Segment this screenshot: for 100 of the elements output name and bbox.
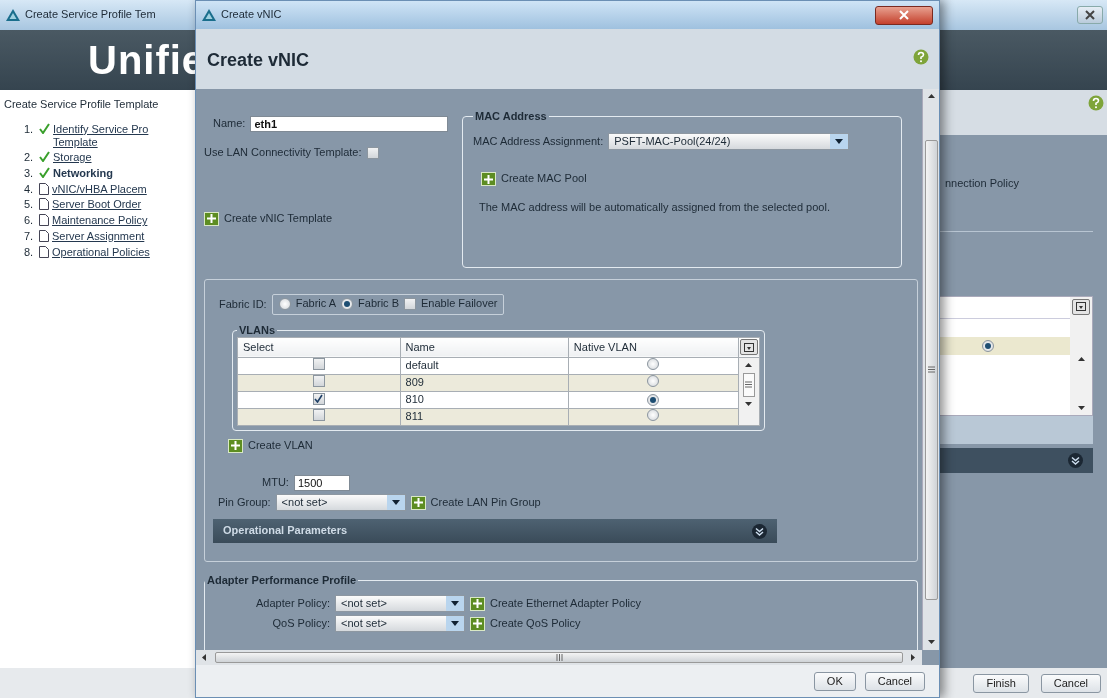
step-link[interactable]: Server Boot Order [52, 198, 142, 212]
table-cell: 810 [400, 391, 569, 409]
name-field[interactable]: eth1 [250, 116, 449, 132]
step-number: 3. [24, 166, 35, 181]
radio-button[interactable] [341, 297, 354, 310]
checkbox[interactable] [312, 375, 325, 388]
columns-icon [743, 342, 754, 352]
column-chooser-button[interactable] [739, 339, 758, 356]
document-icon [39, 229, 49, 242]
scrollbar[interactable] [738, 357, 760, 426]
document-icon [39, 245, 49, 258]
radio-button[interactable] [647, 409, 660, 422]
checkmark-icon [39, 122, 50, 134]
info-text: The MAC address will be automatically assigned from the selected pool. [479, 201, 831, 216]
scroll-arrow-icon [744, 360, 754, 370]
radio-button[interactable] [278, 297, 291, 310]
create-link[interactable]: Create Ethernet Adapter Policy [470, 596, 642, 611]
checkbox[interactable] [404, 297, 416, 310]
add-icon [470, 596, 485, 611]
radio-button[interactable] [982, 339, 994, 352]
scroll-grip-icon [927, 365, 935, 374]
scroll-arrow-icon [926, 92, 936, 101]
add-icon [204, 211, 219, 226]
add-icon [228, 438, 243, 453]
group-title: MAC Address [474, 110, 548, 124]
step-number: 5. [24, 198, 35, 213]
create-link[interactable]: Create LAN Pin Group [410, 495, 541, 510]
radio-label: Fabric B [358, 297, 399, 311]
dropdown[interactable]: <not set> [335, 595, 465, 613]
dialog-button[interactable]: Cancel [1040, 673, 1101, 693]
close-button[interactable] [1077, 6, 1103, 24]
step-link[interactable]: Identify Service Pro Template [53, 122, 149, 150]
column-header: Select [237, 337, 401, 358]
dialog-title: Create vNIC [221, 8, 282, 22]
scroll-arrow-icon [1076, 354, 1086, 364]
radio-button[interactable] [647, 375, 660, 388]
mtu-field[interactable]: 1500 [293, 475, 350, 492]
checkbox-label: Enable Failover [421, 297, 498, 311]
policy-label: QoS Policy: [271, 617, 330, 631]
dropdown[interactable]: PSFT-MAC-Pool(24/24) [608, 133, 850, 151]
horizontal-scrollbar[interactable] [196, 650, 922, 665]
add-icon [470, 616, 485, 631]
close-icon [899, 10, 909, 20]
checkmark-icon [39, 166, 50, 178]
step-link[interactable]: vNIC/vHBA Placem [52, 182, 147, 196]
columns-icon [1076, 302, 1086, 312]
fabric-label: Fabric ID: [219, 297, 267, 312]
table-cell: default [400, 357, 569, 375]
dropdown[interactable]: <not set> [335, 615, 465, 633]
create-link[interactable]: Create QoS Policy [470, 616, 581, 631]
caret-icon [835, 139, 844, 145]
group-title: VLANs [238, 323, 277, 337]
checkbox[interactable] [366, 146, 379, 159]
step-number: 1. [24, 122, 35, 137]
document-icon [39, 198, 49, 211]
add-icon [410, 495, 426, 510]
dropdown[interactable]: <not set> [275, 494, 406, 512]
dialog-button[interactable]: Finish [973, 673, 1029, 693]
radio-button[interactable] [647, 358, 660, 371]
step-number: 6. [24, 214, 35, 228]
triangle-logo-icon [202, 9, 216, 21]
scroll-grip-icon [554, 654, 564, 661]
column-header: Native VLAN [568, 337, 739, 358]
radio-button[interactable] [647, 394, 660, 407]
caret-icon [451, 621, 459, 627]
scroll-arrow-icon [1076, 403, 1086, 413]
expand-chevron-icon [752, 523, 767, 539]
help-icon [913, 49, 929, 65]
column-header: Name [400, 337, 569, 358]
triangle-logo-icon [6, 9, 20, 21]
checkmark-icon [39, 151, 50, 163]
column-chooser-button[interactable] [1072, 298, 1090, 315]
create-link[interactable]: Create MAC Pool [481, 172, 587, 187]
expand-chevron-icon [1068, 452, 1083, 468]
checkbox[interactable] [312, 358, 325, 371]
step-number: 4. [24, 182, 35, 197]
radio-label: Fabric A [295, 297, 337, 311]
step-link[interactable]: Maintenance Policy [52, 214, 148, 228]
wizard-title: Create Service Profile Template [4, 98, 160, 112]
scroll-arrow-icon [744, 399, 754, 409]
checkbox[interactable] [312, 409, 325, 422]
step-link[interactable]: Server Assignment [52, 229, 145, 244]
step-link[interactable]: Storage [53, 151, 92, 165]
document-icon [39, 182, 49, 195]
table-row[interactable] [938, 336, 1070, 355]
group-title: Adapter Performance Profile [206, 574, 358, 588]
create-link[interactable]: Create vNIC Template [204, 211, 462, 226]
step-link[interactable]: Networking [53, 166, 113, 181]
dialog-button[interactable]: OK [813, 671, 856, 691]
step-link[interactable]: Operational Policies [52, 245, 150, 259]
checkbox[interactable] [312, 392, 325, 405]
step-number: 2. [24, 151, 35, 165]
close-icon [1085, 10, 1095, 20]
dialog-button[interactable]: Cancel [864, 671, 925, 691]
add-icon [481, 172, 496, 187]
collapsible-section-bar[interactable]: Operational Parameters [213, 519, 777, 544]
close-button[interactable] [875, 5, 933, 25]
vertical-scrollbar[interactable] [922, 89, 939, 650]
name-label: Name: [213, 117, 246, 131]
create-link[interactable]: Create VLAN [228, 438, 313, 453]
